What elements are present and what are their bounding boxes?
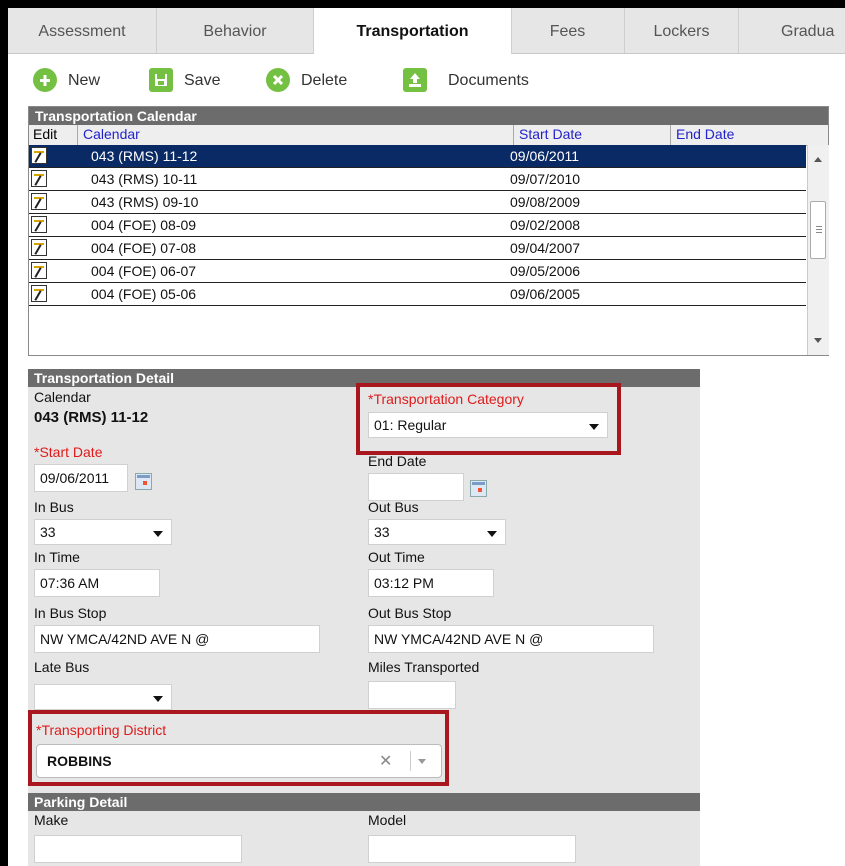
save-label: Save <box>184 72 221 89</box>
out-bus-label: Out Bus <box>368 499 419 515</box>
edit-note-icon[interactable] <box>31 262 47 279</box>
edit-note-icon[interactable] <box>31 285 47 302</box>
make-input[interactable] <box>34 835 242 863</box>
grid-column-headers: Edit Calendar Start Date End Date <box>29 125 828 146</box>
tab-behavior[interactable]: Behavior <box>157 8 314 53</box>
out-time-input[interactable]: 03:12 PM <box>368 569 494 597</box>
late-bus-label: Late Bus <box>34 659 90 675</box>
tab-lockers[interactable]: Lockers <box>625 8 739 53</box>
grid-title: Transportation Calendar <box>29 107 828 125</box>
in-bus-stop-label: In Bus Stop <box>34 605 107 621</box>
out-time-label: Out Time <box>368 549 425 565</box>
table-row[interactable]: 043 (RMS) 10-11 09/07/2010 <box>29 168 806 191</box>
tab-fees[interactable]: Fees <box>511 8 625 53</box>
transportation-detail-panel: Transportation Detail Calendar 043 (RMS)… <box>28 369 700 866</box>
new-label: New <box>68 72 101 89</box>
delete-x-icon <box>266 68 290 92</box>
category-highlight <box>356 383 621 455</box>
grid-scrollbar[interactable] <box>807 145 829 355</box>
in-bus-label: In Bus <box>34 499 74 515</box>
scroll-up-arrow-icon[interactable] <box>814 157 822 162</box>
tab-transportation[interactable]: Transportation <box>313 8 512 54</box>
column-calendar[interactable]: Calendar <box>83 126 140 142</box>
scroll-down-arrow-icon[interactable] <box>814 338 822 343</box>
table-row[interactable]: 043 (RMS) 11-12 09/06/2011 <box>29 145 806 168</box>
edit-note-icon[interactable] <box>31 239 47 256</box>
calendar-picker-icon[interactable] <box>470 480 487 497</box>
in-time-input[interactable]: 07:36 AM <box>34 569 160 597</box>
miles-transported-input[interactable] <box>368 681 456 709</box>
start-date-input[interactable]: 09/06/2011 <box>34 464 128 492</box>
transportation-calendar-grid: Transportation Calendar Edit Calendar St… <box>28 106 829 356</box>
calendar-value: 043 (RMS) 11-12 <box>34 409 149 426</box>
column-start-date[interactable]: Start Date <box>519 126 582 142</box>
edit-note-icon[interactable] <box>31 170 47 187</box>
out-bus-stop-input[interactable]: NW YMCA/42ND AVE N @ <box>368 625 654 653</box>
model-input[interactable] <box>368 835 576 863</box>
end-date-label: End Date <box>368 453 427 469</box>
documents-label: Documents <box>448 72 529 89</box>
upload-icon <box>403 68 427 92</box>
tab-assessment[interactable]: Assessment <box>8 8 157 53</box>
in-bus-select[interactable]: 33 <box>34 519 172 545</box>
scroll-thumb[interactable] <box>810 201 826 259</box>
parking-detail-title: Parking Detail <box>28 793 700 811</box>
calendar-label: Calendar <box>34 389 91 405</box>
table-row[interactable]: 043 (RMS) 09-10 09/08/2009 <box>29 191 806 214</box>
column-end-date[interactable]: End Date <box>676 126 734 142</box>
make-label: Make <box>34 812 69 828</box>
floppy-disk-icon <box>149 68 173 92</box>
district-highlight <box>28 710 449 786</box>
model-label: Model <box>368 812 407 828</box>
tab-bar: Assessment Behavior Transportation Fees … <box>8 8 845 54</box>
chevron-down-icon <box>153 696 163 702</box>
table-row[interactable]: 004 (FOE) 08-09 09/02/2008 <box>29 214 806 237</box>
end-date-input[interactable] <box>368 473 464 501</box>
edit-note-icon[interactable] <box>31 193 47 210</box>
edit-note-icon[interactable] <box>31 216 47 233</box>
out-bus-stop-label: Out Bus Stop <box>368 605 452 621</box>
plus-icon <box>33 68 57 92</box>
column-edit: Edit <box>33 126 58 142</box>
calendar-picker-icon[interactable] <box>135 473 152 490</box>
toolbar: New Save Delete Documents <box>8 54 845 106</box>
tab-graduation[interactable]: Gradua <box>739 8 845 53</box>
edit-note-icon[interactable] <box>31 147 47 164</box>
transportation-page: Assessment Behavior Transportation Fees … <box>8 8 845 866</box>
in-time-label: In Time <box>34 549 80 565</box>
miles-transported-label: Miles Transported <box>368 659 480 675</box>
chevron-down-icon <box>153 531 163 537</box>
chevron-down-icon <box>487 531 497 537</box>
table-row[interactable]: 004 (FOE) 06-07 09/05/2006 <box>29 260 806 283</box>
late-bus-select[interactable] <box>34 684 172 710</box>
start-date-label: *Start Date <box>34 444 103 460</box>
delete-label: Delete <box>301 72 348 89</box>
table-row[interactable]: 004 (FOE) 07-08 09/04/2007 <box>29 237 806 260</box>
table-row[interactable]: 004 (FOE) 05-06 09/06/2005 <box>29 283 806 306</box>
out-bus-select[interactable]: 33 <box>368 519 506 545</box>
in-bus-stop-input[interactable]: NW YMCA/42ND AVE N @ <box>34 625 320 653</box>
